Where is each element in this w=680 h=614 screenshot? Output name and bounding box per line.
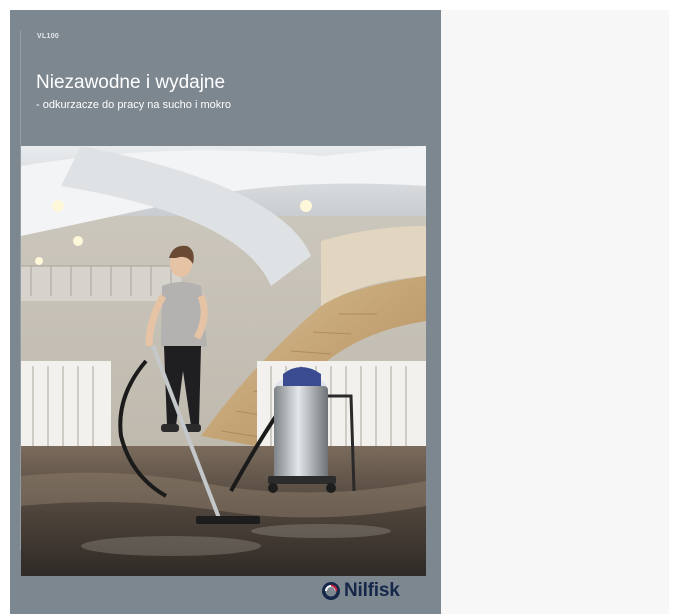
- nilfisk-logo-icon: [322, 582, 340, 600]
- brand-name: Nilfisk: [344, 580, 400, 601]
- cover-title: Niezawodne i wydajne: [36, 72, 226, 93]
- cover-photo: [21, 146, 426, 576]
- model-label: VL100: [37, 33, 60, 40]
- brochure-cover: VL100 Niezawodne i wydajne - odkurzacze …: [10, 10, 441, 614]
- blank-page: [441, 10, 669, 614]
- nilfisk-logo: Nilfisk: [321, 579, 400, 603]
- cover-subtitle: - odkurzacze do pracy na sucho i mokro: [36, 99, 232, 111]
